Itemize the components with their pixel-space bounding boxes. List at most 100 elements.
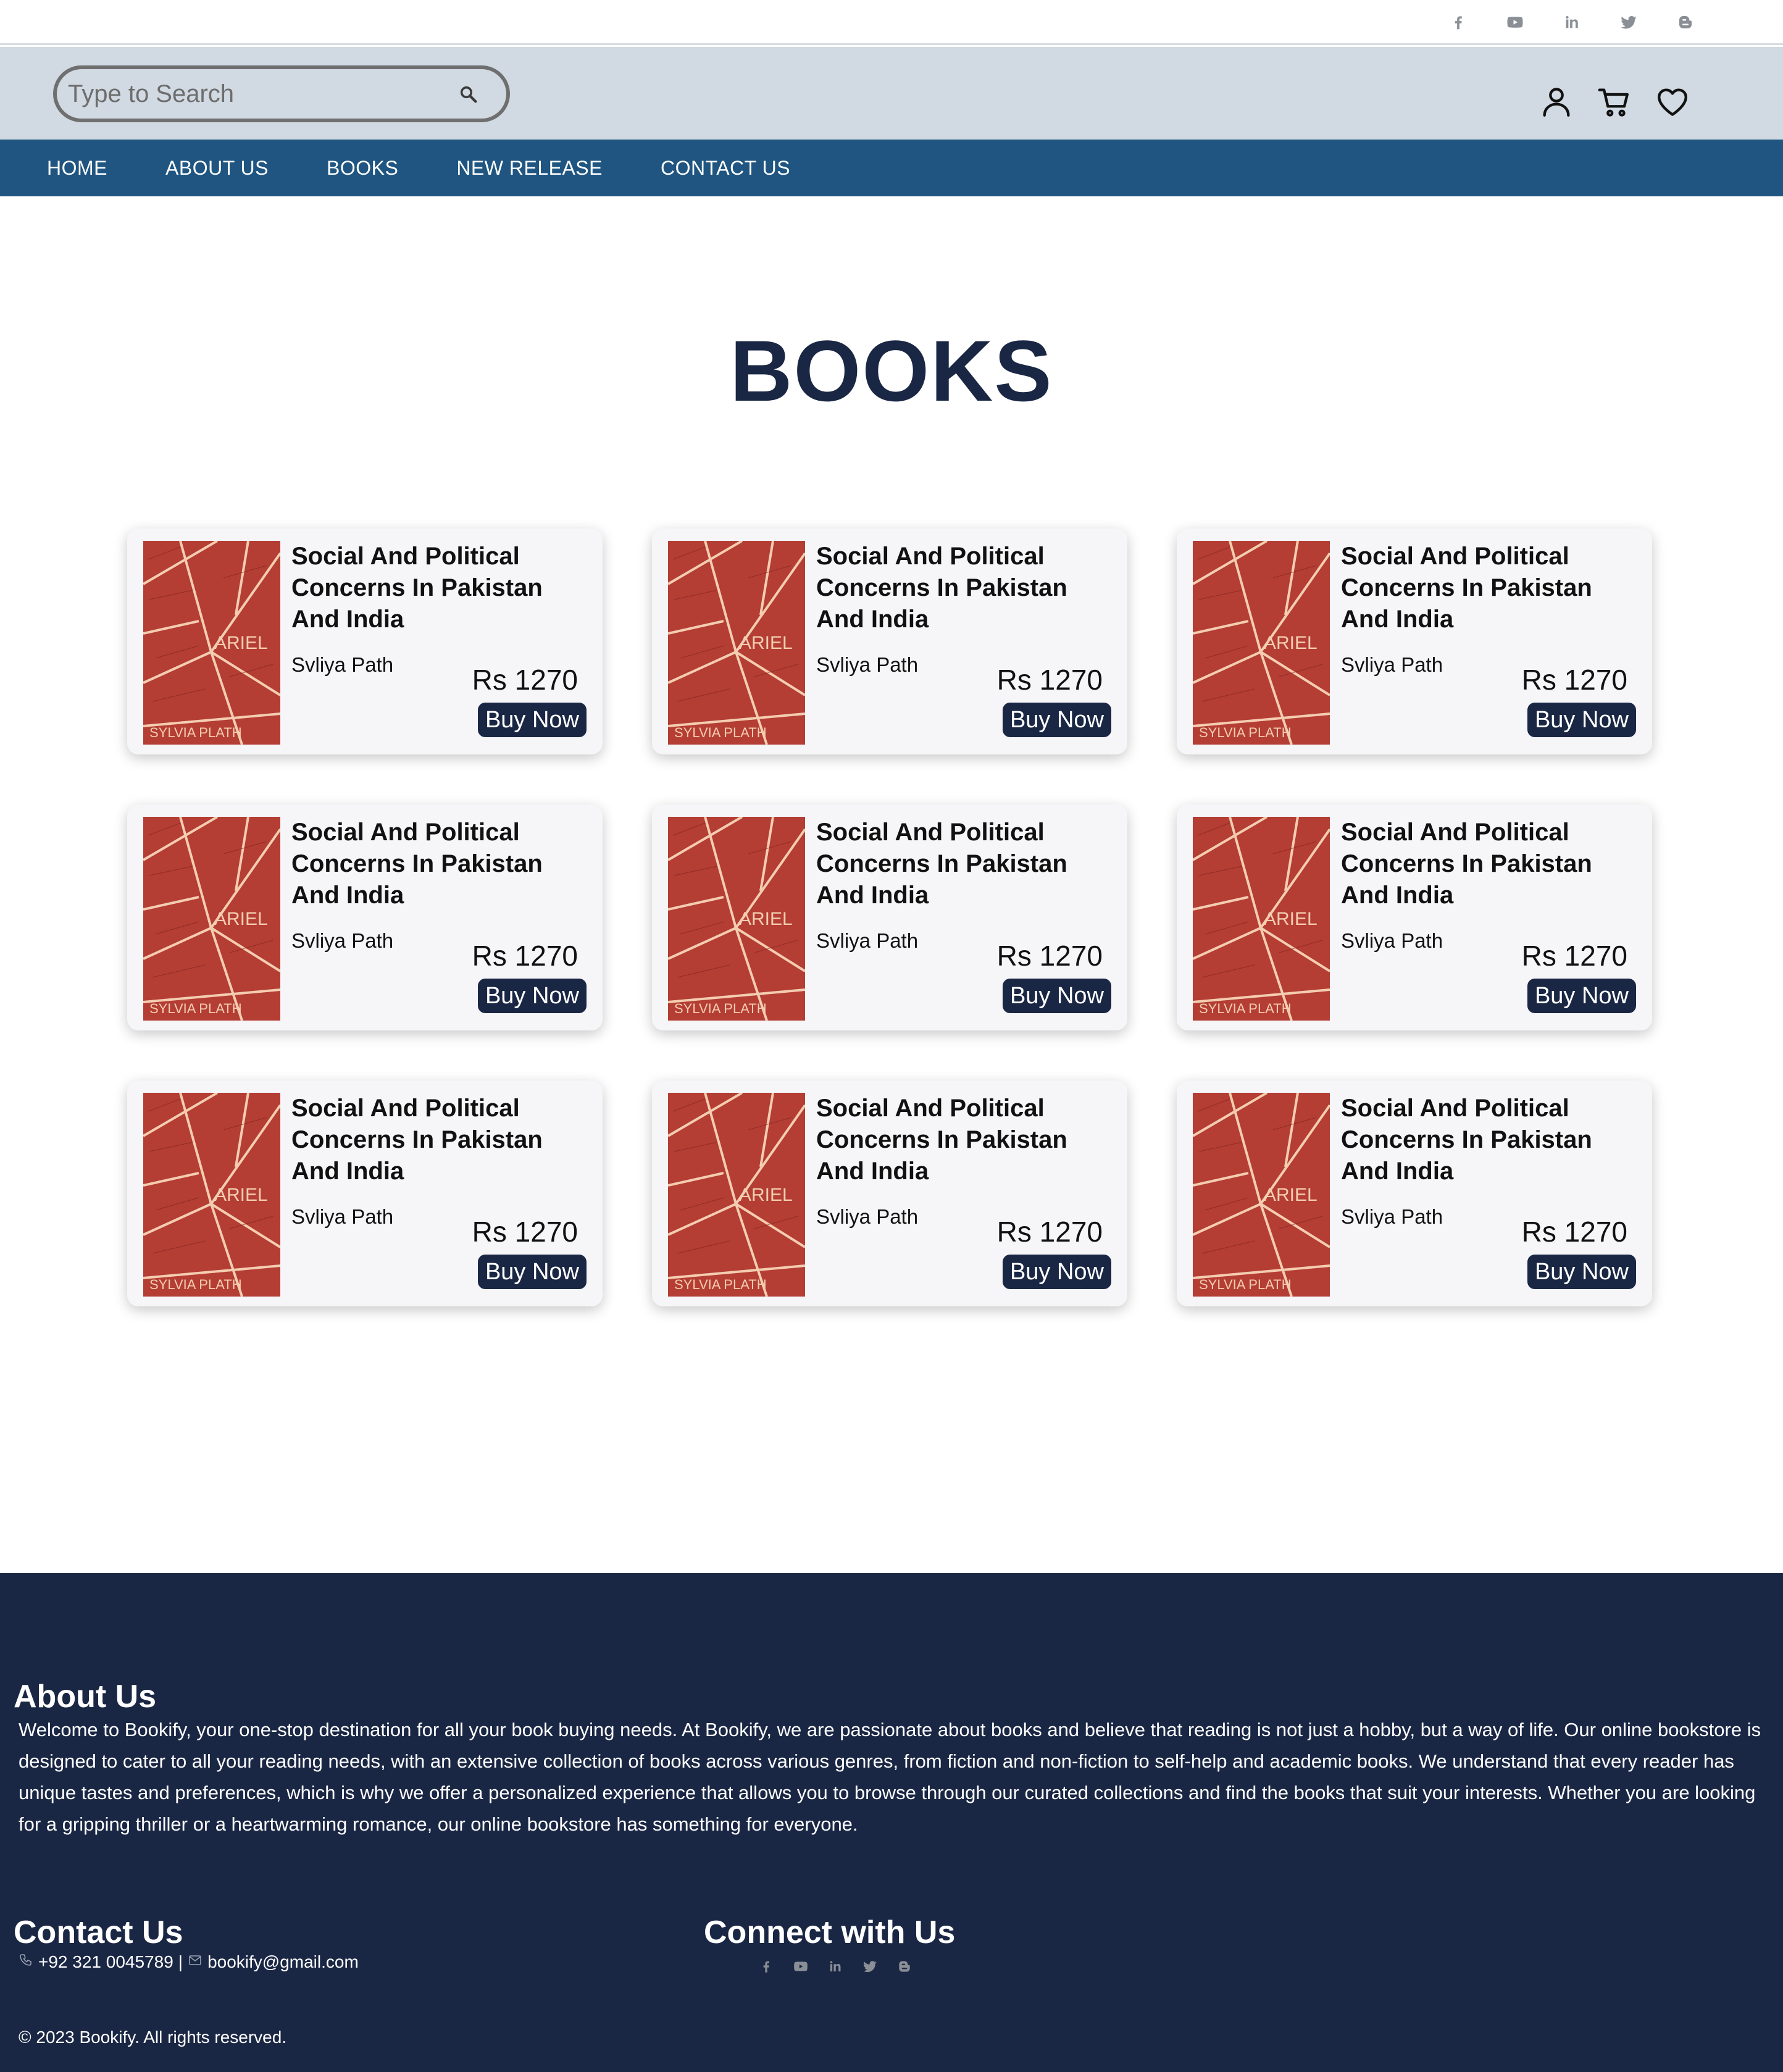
book-card: ARIEL SYLVIA PLATH Social And Political … bbox=[1177, 1080, 1652, 1306]
footer-about-title: About Us bbox=[14, 1679, 157, 1715]
book-title[interactable]: Social And Political Concerns In Pakista… bbox=[291, 541, 594, 635]
main-nav: HOME ABOUT US BOOKS NEW RELEASE CONTACT … bbox=[0, 140, 1783, 196]
buy-now-button[interactable]: Buy Now bbox=[1002, 979, 1111, 1013]
book-card: ARIEL SYLVIA PLATH Social And Political … bbox=[1177, 528, 1652, 754]
svg-text:SYLVIA PLATH: SYLVIA PLATH bbox=[674, 1277, 767, 1292]
svg-text:ARIEL: ARIEL bbox=[1264, 909, 1317, 929]
book-cover-image[interactable]: ARIEL SYLVIA PLATH bbox=[143, 541, 280, 745]
book-author: Svliya Path bbox=[1341, 1205, 1443, 1228]
book-author: Svliya Path bbox=[291, 1205, 394, 1228]
svg-text:ARIEL: ARIEL bbox=[214, 1185, 268, 1205]
linkedin-icon[interactable] bbox=[827, 1958, 843, 1978]
top-social-links bbox=[1447, 11, 1697, 33]
buy-now-button[interactable]: Buy Now bbox=[477, 979, 587, 1013]
footer-email[interactable]: bookify@gmail.com bbox=[207, 1952, 359, 1972]
search-icon[interactable] bbox=[458, 84, 479, 105]
book-author: Svliya Path bbox=[816, 653, 919, 676]
site-footer: About Us Welcome to Bookify, your one-st… bbox=[0, 1573, 1783, 2072]
blogger-icon[interactable] bbox=[1674, 11, 1697, 33]
search-input[interactable] bbox=[68, 75, 438, 112]
book-price: Rs 1270 bbox=[472, 664, 578, 696]
footer-copyright: © 2023 Bookify. All rights reserved. bbox=[19, 2028, 287, 2047]
book-author: Svliya Path bbox=[291, 653, 394, 676]
facebook-icon[interactable] bbox=[758, 1958, 774, 1978]
youtube-icon[interactable] bbox=[1504, 11, 1526, 33]
blogger-icon[interactable] bbox=[896, 1958, 912, 1978]
book-title[interactable]: Social And Political Concerns In Pakista… bbox=[816, 1093, 1119, 1187]
book-title[interactable]: Social And Political Concerns In Pakista… bbox=[816, 541, 1119, 635]
svg-text:ARIEL: ARIEL bbox=[214, 909, 268, 929]
book-cover-image[interactable]: ARIEL SYLVIA PLATH bbox=[1193, 817, 1330, 1021]
buy-now-button[interactable]: Buy Now bbox=[1527, 979, 1636, 1013]
svg-text:SYLVIA PLATH: SYLVIA PLATH bbox=[149, 725, 242, 740]
book-title[interactable]: Social And Political Concerns In Pakista… bbox=[291, 817, 594, 911]
buy-now-button[interactable]: Buy Now bbox=[477, 703, 587, 737]
search-box bbox=[53, 65, 510, 122]
twitter-icon[interactable] bbox=[1618, 11, 1640, 33]
svg-text:SYLVIA PLATH: SYLVIA PLATH bbox=[1199, 1001, 1292, 1016]
svg-text:SYLVIA PLATH: SYLVIA PLATH bbox=[1199, 1277, 1292, 1292]
book-price: Rs 1270 bbox=[996, 940, 1103, 972]
book-price: Rs 1270 bbox=[472, 940, 578, 972]
linkedin-icon[interactable] bbox=[1561, 11, 1583, 33]
nav-item-books[interactable]: BOOKS bbox=[327, 157, 398, 180]
cart-icon[interactable] bbox=[1597, 84, 1632, 120]
book-author: Svliya Path bbox=[1341, 653, 1443, 676]
book-title[interactable]: Social And Political Concerns In Pakista… bbox=[1341, 1093, 1643, 1187]
nav-item-new-release[interactable]: NEW RELEASE bbox=[456, 157, 603, 180]
book-card: ARIEL SYLVIA PLATH Social And Political … bbox=[127, 528, 603, 754]
book-author: Svliya Path bbox=[291, 929, 394, 952]
book-cover-image[interactable]: ARIEL SYLVIA PLATH bbox=[143, 817, 280, 1021]
facebook-icon[interactable] bbox=[1447, 11, 1469, 33]
book-card: ARIEL SYLVIA PLATH Social And Political … bbox=[652, 1080, 1127, 1306]
site-header bbox=[0, 47, 1783, 140]
footer-phone[interactable]: +92 321 0045789 bbox=[38, 1952, 173, 1972]
book-price: Rs 1270 bbox=[996, 664, 1103, 696]
buy-now-button[interactable]: Buy Now bbox=[1002, 703, 1111, 737]
book-card: ARIEL SYLVIA PLATH Social And Political … bbox=[1177, 804, 1652, 1030]
nav-item-contact-us[interactable]: CONTACT US bbox=[661, 157, 790, 180]
user-icon[interactable] bbox=[1539, 84, 1574, 120]
twitter-icon[interactable] bbox=[862, 1958, 878, 1978]
book-price: Rs 1270 bbox=[996, 1216, 1103, 1248]
buy-now-button[interactable]: Buy Now bbox=[477, 1255, 587, 1289]
buy-now-button[interactable]: Buy Now bbox=[1527, 703, 1636, 737]
book-price: Rs 1270 bbox=[1521, 940, 1627, 972]
book-card: ARIEL SYLVIA PLATH Social And Political … bbox=[127, 804, 603, 1030]
book-cover-image[interactable]: ARIEL SYLVIA PLATH bbox=[1193, 1093, 1330, 1297]
book-cover-image[interactable]: ARIEL SYLVIA PLATH bbox=[668, 541, 805, 745]
svg-text:SYLVIA PLATH: SYLVIA PLATH bbox=[674, 725, 767, 740]
footer-social-links bbox=[758, 1958, 912, 1978]
book-author: Svliya Path bbox=[816, 929, 919, 952]
youtube-icon[interactable] bbox=[793, 1958, 809, 1978]
book-cover-image[interactable]: ARIEL SYLVIA PLATH bbox=[668, 817, 805, 1021]
books-grid: ARIEL SYLVIA PLATH Social And Political … bbox=[127, 528, 1652, 1308]
buy-now-button[interactable]: Buy Now bbox=[1527, 1255, 1636, 1289]
page-title: BOOKS bbox=[730, 322, 1053, 419]
phone-icon bbox=[19, 1952, 33, 1972]
buy-now-button[interactable]: Buy Now bbox=[1002, 1255, 1111, 1289]
book-cover-image[interactable]: ARIEL SYLVIA PLATH bbox=[143, 1093, 280, 1297]
book-title[interactable]: Social And Political Concerns In Pakista… bbox=[291, 1093, 594, 1187]
svg-text:SYLVIA PLATH: SYLVIA PLATH bbox=[149, 1277, 242, 1292]
book-author: Svliya Path bbox=[816, 1205, 919, 1228]
heart-icon[interactable] bbox=[1655, 84, 1690, 120]
mail-icon bbox=[188, 1952, 203, 1972]
book-cover-image[interactable]: ARIEL SYLVIA PLATH bbox=[668, 1093, 805, 1297]
svg-text:ARIEL: ARIEL bbox=[1264, 633, 1317, 653]
svg-text:SYLVIA PLATH: SYLVIA PLATH bbox=[1199, 725, 1292, 740]
book-title[interactable]: Social And Political Concerns In Pakista… bbox=[816, 817, 1119, 911]
footer-contact-line: +92 321 0045789 | bookify@gmail.com bbox=[19, 1952, 359, 1972]
nav-item-about-us[interactable]: ABOUT US bbox=[165, 157, 269, 180]
svg-text:ARIEL: ARIEL bbox=[739, 1185, 793, 1205]
book-title[interactable]: Social And Political Concerns In Pakista… bbox=[1341, 817, 1643, 911]
book-card: ARIEL SYLVIA PLATH Social And Political … bbox=[127, 1080, 603, 1306]
book-cover-image[interactable]: ARIEL SYLVIA PLATH bbox=[1193, 541, 1330, 745]
footer-contact-title: Contact Us bbox=[14, 1915, 183, 1950]
svg-text:SYLVIA PLATH: SYLVIA PLATH bbox=[149, 1001, 242, 1016]
book-price: Rs 1270 bbox=[1521, 664, 1627, 696]
book-title[interactable]: Social And Political Concerns In Pakista… bbox=[1341, 541, 1643, 635]
footer-connect-title: Connect with Us bbox=[704, 1915, 956, 1950]
svg-text:ARIEL: ARIEL bbox=[1264, 1185, 1317, 1205]
nav-item-home[interactable]: HOME bbox=[47, 157, 107, 180]
